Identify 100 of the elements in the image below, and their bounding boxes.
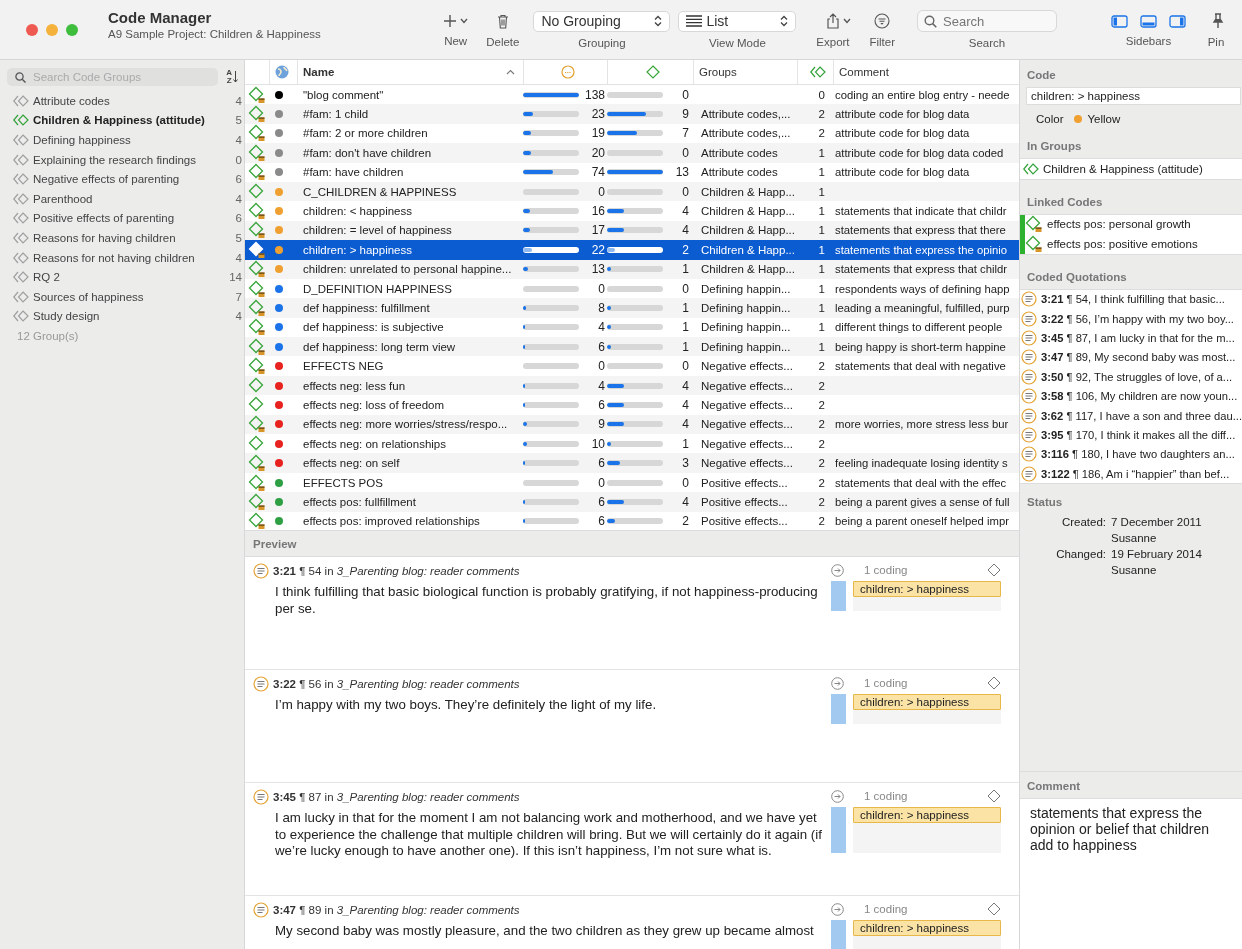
- column-header[interactable]: Comment: [839, 66, 889, 78]
- coding-bar: [831, 807, 846, 853]
- comment-cell-text: statements that express that childr: [834, 263, 1009, 276]
- table-row[interactable]: EFFECTS NEG 0 0 Negative effects... 2 statements that deal with negative: [245, 356, 1019, 376]
- code-group-item[interactable]: Explaining the research findings 0: [0, 149, 244, 170]
- count: 1: [681, 320, 689, 335]
- count: 1: [681, 262, 689, 277]
- table-row[interactable]: children: < happiness 16 4 Children & Happ... 1 statements that indicate that childr: [245, 201, 1019, 221]
- quotation-item[interactable]: 3:47 ¶ 89, My second baby was most...: [1020, 347, 1242, 368]
- code-group-item[interactable]: Parenthood 4: [0, 188, 244, 209]
- code-group-item[interactable]: Defining happiness 4: [0, 130, 244, 150]
- group-item[interactable]: Children & Happiness (attitude): [1020, 159, 1242, 179]
- code-group-item[interactable]: Children & Happiness (attitude) 5: [0, 110, 244, 131]
- table-row[interactable]: D_DEFINITION HAPPINESS 0 0 Defining happin... 1 respondents ways of defining happ: [245, 278, 1019, 299]
- sort-button[interactable]: A Z: [226, 69, 238, 85]
- table-row[interactable]: def happiness: long term view 6 1 Defining happin... 1 being happy is short-term happine: [245, 337, 1019, 357]
- code-name: #fam: have children: [302, 166, 405, 179]
- code-group-item[interactable]: Study design 4: [0, 306, 244, 327]
- quotation-reference: 3:21 ¶ 54 in 3_Parenting blog: reader comments: [273, 565, 520, 577]
- group-count: 2: [817, 476, 826, 489]
- count: 20: [590, 145, 605, 160]
- table-row[interactable]: effects pos: improved relationships 6 2 Positive effects... 2 being a parent oneself helped impr: [245, 511, 1019, 530]
- code-with-note-icon: [248, 415, 266, 434]
- code-group-item[interactable]: Reasons for not having children 4: [0, 247, 244, 268]
- code-group-item[interactable]: Attribute codes 4: [0, 91, 244, 111]
- code-with-note-icon: [248, 85, 266, 104]
- table-row[interactable]: effects neg: on self 6 3 Negative effects... 2 feeling inadequate losing identity s: [245, 453, 1019, 473]
- close-button-icon[interactable]: [26, 23, 38, 36]
- linked-code-item[interactable]: effects pos: personal growth: [1020, 214, 1242, 234]
- group-count: 1: [817, 185, 826, 198]
- code-diamond-icon: [248, 182, 266, 201]
- table-row[interactable]: effects pos: fullfillment 6 4 Positive effects... 2 being a parent gives a sense of full: [245, 492, 1019, 512]
- toolbar-label: Filter: [869, 36, 895, 48]
- groups-cell-text: Defining happin...: [700, 302, 792, 314]
- code-group-icon: [13, 310, 29, 323]
- table-row[interactable]: #fam: 2 or more children 19 7 Attribute codes,... 2 attribute code for blog data: [245, 123, 1019, 144]
- table-row[interactable]: def happiness: is subjective 4 1 Defining happin... 1 different things to different people: [245, 317, 1019, 338]
- code-group-icon: [13, 212, 29, 225]
- code-group-item[interactable]: Sources of happiness 7: [0, 286, 244, 307]
- table-row[interactable]: def happiness: fulfillment 8 1 Defining happin... 1 leading a meaningful, fulfilled, purp: [245, 298, 1019, 318]
- code-group-item[interactable]: Positive effects of parenting 6: [0, 208, 244, 229]
- quotation-item[interactable]: 3:95 ¶ 170, I think it makes all the diff...: [1020, 425, 1242, 445]
- zoom-button-icon[interactable]: [66, 23, 78, 36]
- sort-letter: Z: [226, 77, 232, 85]
- comment-cell-text: statements that express that there: [834, 224, 1007, 237]
- table-row[interactable]: children: = level of happiness 17 4 Children & Happ... 1 statements that express that there: [245, 220, 1019, 241]
- code-group-item[interactable]: RQ 2 14: [0, 267, 244, 287]
- table-row[interactable]: #fam: 1 child 23 9 Attribute codes,... 2 attribute code for blog data: [245, 104, 1019, 124]
- code-with-note-icon: [248, 454, 266, 473]
- quotation-item[interactable]: 3:62 ¶ 117, I have a son and three dau...: [1020, 405, 1242, 426]
- grouping-dropdown[interactable]: No Grouping: [533, 10, 671, 32]
- table-row[interactable]: EFFECTS POS 0 0 Positive effects... 2 statements that deal with the effec: [245, 472, 1019, 493]
- group-count: 4: [235, 192, 242, 205]
- table-row[interactable]: effects neg: loss of freedom 6 4 Negative effects... 2: [245, 395, 1019, 415]
- list-icon: [686, 15, 703, 27]
- quotation-item[interactable]: 3:58 ¶ 106, My children are now youn...: [1020, 386, 1242, 406]
- code-name-field[interactable]: children: > happiness: [1026, 87, 1241, 105]
- group-count: 1: [817, 302, 826, 314]
- table-row[interactable]: children: > happiness 22 2 Children & Happ... 1 statements that express the opinio: [245, 240, 1019, 260]
- coding-count: 1 coding: [864, 677, 909, 689]
- quotation-item[interactable]: 3:22 ¶ 56, I’m happy with my two boy...: [1020, 308, 1242, 329]
- quotation-item[interactable]: 3:21 ¶ 54, I think fulfilling that basic...: [1020, 289, 1242, 309]
- created-by: Susanne: [1111, 532, 1158, 545]
- code-tag[interactable]: children: > happiness: [853, 581, 1001, 597]
- code-tag[interactable]: children: > happiness: [853, 920, 1001, 936]
- code-with-note-icon: [248, 105, 266, 124]
- group-count: 5: [235, 114, 242, 127]
- view-mode-dropdown[interactable]: List: [678, 10, 797, 32]
- count: 0: [597, 359, 605, 374]
- code-tag[interactable]: children: > happiness: [853, 807, 1001, 823]
- count: 9: [597, 417, 605, 432]
- table-row[interactable]: effects neg: more worries/stress/respo... 9 4 Negative effects... 2 more worries, more stress less bur: [245, 414, 1019, 435]
- linked-code-item[interactable]: effects pos: positive emotions: [1020, 234, 1242, 254]
- arrow-circle-icon: [831, 676, 844, 690]
- table-row[interactable]: #fam: have children 74 13 Attribute codes 1 attribute code for blog data: [245, 162, 1019, 182]
- search-field[interactable]: Search: [917, 10, 1057, 32]
- quotation-item[interactable]: 3:45 ¶ 87, I am lucky in that for the m...: [1020, 328, 1242, 348]
- table-row[interactable]: effects neg: less fun 4 4 Negative effects... 2: [245, 375, 1019, 396]
- group-count: 1: [817, 263, 826, 276]
- table-row[interactable]: #fam: don't have children 20 0 Attribute codes 1 attribute code for blog data coded: [245, 143, 1019, 163]
- group-count: 1: [817, 166, 826, 179]
- quotation-item[interactable]: 3:116 ¶ 180, I have two daughters an...: [1020, 444, 1242, 464]
- table-row[interactable]: effects neg: on relationships 10 1 Negative effects... 2: [245, 434, 1019, 454]
- table-row[interactable]: C_CHILDREN & HAPPINESS 0 0 Children & Happ... 1: [245, 181, 1019, 202]
- column-header[interactable]: Name: [303, 66, 335, 78]
- code-group-icon: [13, 290, 29, 303]
- quotation-item[interactable]: 3:122 ¶ 186, Am i “happier” than bef...: [1020, 464, 1242, 484]
- group-count: 4: [235, 94, 242, 107]
- code-tag[interactable]: children: > happiness: [853, 694, 1001, 710]
- table-row[interactable]: "blog comment" 138 0 0 coding an entire blog entry - neede: [245, 85, 1019, 105]
- left-sidebar-icon: [1111, 14, 1128, 28]
- code-group-item[interactable]: Negative effects of parenting 6: [0, 169, 244, 189]
- code-name: "blog comment": [302, 88, 385, 101]
- table-row[interactable]: children: unrelated to personal happine... 13 1 Children & Happ... 1 statements that express that childr: [245, 259, 1019, 279]
- comment-cell-text: being a parent gives a sense of full: [834, 495, 1011, 508]
- column-header[interactable]: Groups: [699, 66, 737, 78]
- code-with-note-icon: [248, 240, 266, 259]
- comment-cell-text: respondents ways of defining happ: [834, 282, 1011, 295]
- quotation-item[interactable]: 3:50 ¶ 92, The struggles of love, of a...: [1020, 367, 1242, 387]
- code-group-item[interactable]: Reasons for having children 5: [0, 228, 244, 248]
